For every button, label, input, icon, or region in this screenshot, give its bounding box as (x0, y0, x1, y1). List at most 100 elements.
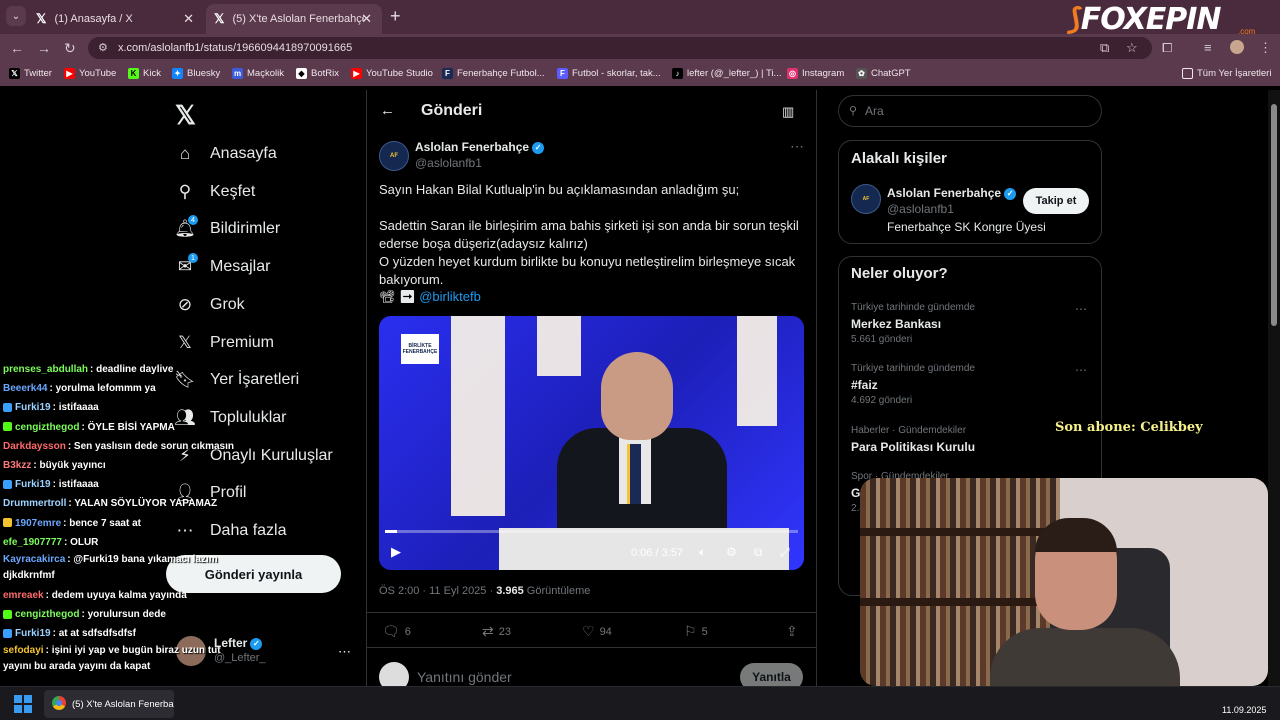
site-info-icon[interactable]: ⚙ (98, 41, 108, 54)
bookmark-button[interactable]: ⚐ 5 (684, 623, 708, 640)
back-arrow-icon[interactable]: ← (380, 102, 395, 119)
chat-message: Furki19: istifaaaa (3, 398, 243, 417)
bookmark-item[interactable]: ◎ Instagram (787, 68, 844, 79)
bookmark-item[interactable]: ◆ BotRix (296, 68, 339, 79)
related-name[interactable]: Aslolan Fenerbahçe ✓ (887, 186, 1017, 200)
author-name[interactable]: Aslolan Fenerbahçe ✓ (415, 140, 545, 154)
windows-taskbar: (5) X'te Aslolan Fenerba 11.09.2025 (0, 686, 1280, 720)
post-mention-line: 📽 ➡ @birliktefb (379, 289, 481, 304)
media-icon[interactable]: ≡ (1204, 40, 1212, 55)
more-options-icon[interactable]: ⋯ (790, 138, 804, 155)
tab-title: (1) Anasayfa / X (54, 13, 133, 25)
chat-text: istifaaaa (58, 402, 99, 414)
x-logo-icon: 𝕏 (36, 11, 47, 26)
bookmark-item[interactable]: F Futbol - skorlar, tak... (557, 68, 661, 79)
chat-text: OLUR (70, 536, 99, 548)
author-handle[interactable]: @aslolanfb1 (415, 156, 482, 170)
chat-user: sefodayi (3, 645, 44, 657)
browser-tab-active[interactable]: 𝕏 (5) X'te Aslolan Fenerbahçe: "Sa ✕ (206, 4, 382, 34)
trend-name[interactable]: #faiz (851, 378, 878, 392)
taskbar-date: 11.09.2025 (1222, 705, 1267, 715)
bookmark-icon: ◎ (787, 68, 798, 79)
chat-user: cengizthegod (15, 609, 80, 621)
chat-text: büyük yayıncı (39, 459, 106, 471)
bookmark-item[interactable]: 𝕏 Twitter (9, 68, 52, 79)
account-menu-icon[interactable]: ⋯ (338, 644, 351, 660)
windows-start-icon[interactable] (14, 695, 32, 713)
chat-text: bence 7 saat at (69, 517, 141, 529)
author-avatar[interactable]: AF (379, 141, 409, 171)
bookmark-item[interactable]: ✿ ChatGPT (856, 68, 911, 79)
close-tab-icon[interactable]: ✕ (361, 11, 372, 27)
reload-icon[interactable]: ↻ (64, 40, 76, 57)
x-logo-icon[interactable]: 𝕏 (175, 100, 196, 131)
chat-message: emreaek: dedem uyuya kalma yayında (3, 589, 187, 601)
webcam-overlay (860, 478, 1268, 686)
close-tab-icon[interactable]: ✕ (183, 11, 194, 27)
video-controls: ▶ 0:06 / 3:57 🔈︎ ⚙ ⧉ ⤢ (379, 536, 804, 570)
post-meta: ÖS 2:00 · 11 Eyl 2025 · 3.965 Görüntülem… (379, 585, 591, 597)
bookmark-item[interactable]: ♪ lefter (@_lefter_) | Ti... (672, 68, 781, 79)
heart-icon: ♡ (582, 623, 595, 639)
mention-link[interactable]: @birliktefb (419, 289, 481, 304)
bookmark-item[interactable]: ▶ YouTube Studio (351, 68, 433, 79)
video-logo: BİRLİKTE FENERBAHÇE (401, 334, 439, 364)
page-title: Gönderi (421, 102, 483, 119)
settings-icon[interactable]: ⚙ (726, 545, 737, 559)
chat-message: Drummertroll: YALAN SÖYLÜYOR YAPAMAZ (3, 498, 218, 510)
share-button[interactable]: ⇪ (786, 623, 803, 640)
bookmark-item[interactable]: m Maçkolik (232, 68, 284, 79)
related-avatar[interactable]: AF (851, 184, 881, 214)
trend-name[interactable]: Para Politikası Kurulu (851, 440, 975, 454)
bookmark-item[interactable]: ✦ Bluesky (172, 68, 220, 79)
menu-icon[interactable]: ⋮ (1259, 40, 1272, 56)
premium-icon: 𝕏 (178, 333, 192, 352)
chat-message: Kayracakirca: @Furki19 bana yıkamacı laz… (3, 553, 218, 581)
trend-more-icon[interactable]: ⋯ (1075, 363, 1087, 377)
chat-user: efe_1907777 (3, 536, 62, 548)
chat-user: Drummertroll (3, 498, 67, 510)
reader-icon[interactable]: ▥ (782, 104, 794, 120)
picture-in-picture-icon[interactable]: ⧉ (754, 545, 763, 560)
chat-text: yorulma lefommm ya (55, 383, 156, 395)
profile-avatar[interactable] (1230, 40, 1244, 54)
new-tab-button[interactable]: + (390, 6, 401, 27)
nav-explore[interactable]: ⚲ Keşfet (174, 182, 256, 202)
nav-grok[interactable]: ⊘ Grok (174, 295, 245, 315)
video-progress-fill (385, 530, 397, 533)
trend-name[interactable]: Merkez Bankası (851, 317, 941, 331)
reply-input[interactable]: Yanıtını gönder (417, 669, 512, 685)
nav-notifications[interactable]: 🔔︎ 4 Bildirimler (174, 215, 280, 239)
install-icon[interactable]: ⧉ (1100, 40, 1109, 56)
volume-icon[interactable]: 🔈︎ (699, 545, 706, 560)
play-icon[interactable]: ▶ (391, 544, 401, 560)
tab-search-button[interactable]: ⌄ (6, 6, 26, 26)
nav-home[interactable]: ⌂ Anasayfa (174, 144, 277, 164)
nav-messages[interactable]: ✉ 1 Mesajlar (174, 253, 270, 277)
search-input[interactable]: ⚲ Ara (838, 95, 1102, 127)
search-icon: ⚲ (849, 105, 858, 117)
scrollbar-thumb[interactable] (1271, 104, 1277, 326)
nav-premium[interactable]: 𝕏 Premium (174, 333, 274, 353)
forward-icon[interactable]: → (37, 40, 51, 56)
repost-button[interactable]: ⇄ 23 (482, 623, 511, 640)
follow-button[interactable]: Takip et (1023, 188, 1089, 214)
chat-text: at at sdfsdfsdfsf (58, 628, 136, 640)
views-count: 3.965 (496, 585, 524, 597)
browser-tab-home[interactable]: 𝕏 (1) Anasayfa / X ✕ (28, 4, 204, 34)
like-button[interactable]: ♡ 94 (582, 623, 612, 640)
url-field[interactable]: ⚙ x.com/aslolanfb1/status/19660944189700… (88, 37, 1152, 59)
bookmark-item[interactable]: ▶ YouTube (64, 68, 116, 79)
video-progress-bar[interactable] (385, 530, 798, 533)
bookmark-star-icon[interactable]: ☆ (1126, 40, 1138, 56)
back-icon[interactable]: ← (10, 40, 24, 56)
reply-button[interactable]: 🗨︎ 6 (382, 623, 411, 640)
bookmark-item[interactable]: F Fenerbahçe Futbol... (442, 68, 545, 79)
badge-icon (3, 518, 12, 528)
extensions-icon[interactable]: ⧠ (1162, 40, 1172, 56)
bookmark-item[interactable]: K Kick (128, 68, 161, 79)
fullscreen-icon[interactable]: ⤢ (780, 545, 790, 560)
trend-more-icon[interactable]: ⋯ (1075, 302, 1087, 316)
video-player[interactable]: BİRLİKTE FENERBAHÇE ▶ 0:06 / 3:57 🔈︎ ⚙ ⧉… (379, 316, 804, 570)
all-bookmarks-folder[interactable]: Tüm Yer İşaretleri (1182, 68, 1271, 79)
